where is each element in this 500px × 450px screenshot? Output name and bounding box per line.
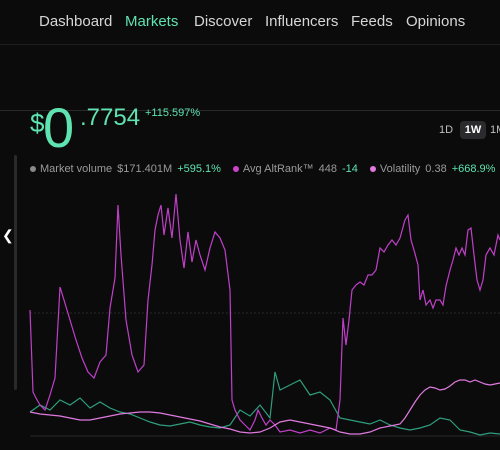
altrank-line (29, 193, 500, 434)
price-chart[interactable] (0, 0, 500, 450)
market-volume-line (29, 371, 500, 436)
volatility-line (29, 379, 500, 435)
